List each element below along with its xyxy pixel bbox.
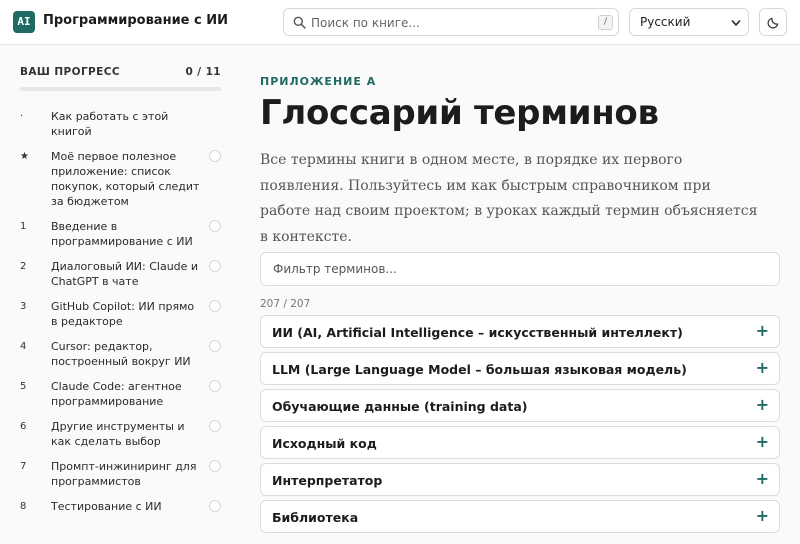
glossary-term-row[interactable]: Обучающие данные (training data) + [260,389,780,422]
expand-icon[interactable]: + [756,470,769,488]
language-select[interactable]: Русский [629,8,749,36]
chapter-label: Claude Code: агентное программирование [51,380,182,408]
chapter-label: Тестирование с ИИ [51,500,162,513]
sidebar-chapter-item[interactable]: 6 Другие инструменты и как сделать выбор [0,415,240,455]
glossary-term-row[interactable]: Интерпретатор + [260,463,780,496]
chapter-label: Как работать с этой книгой [51,110,169,138]
glossary-term-label: Интерпретатор [272,473,383,488]
chapter-complete-checkbox[interactable] [209,500,221,512]
chapter-number: 1 [20,221,27,232]
chapter-complete-checkbox[interactable] [209,420,221,432]
term-count: 207 / 207 [260,298,311,310]
section-eyebrow: ПРИЛОЖЕНИЕ A [260,75,377,88]
page-title: Глоссарий терминов [260,93,659,133]
chapter-complete-checkbox[interactable] [209,460,221,472]
chapter-number: 5 [20,381,27,392]
sidebar-chapter-item[interactable]: ★ Моё первое полезное приложение: список … [0,145,240,215]
expand-icon[interactable]: + [756,396,769,414]
chapter-label: Другие инструменты и как сделать выбор [51,420,185,448]
moon-icon [767,17,779,29]
sidebar-chapter-item[interactable]: 4 Cursor: редактор, построенный вокруг ИИ [0,335,240,375]
language-value: Русский [640,15,691,29]
chapter-label: Введение в программирование с ИИ [51,220,193,248]
brand-title[interactable]: Программирование с ИИ [43,13,228,28]
page-lead: Все термины книги в одном месте, в поряд… [260,152,758,245]
expand-icon[interactable]: + [756,433,769,451]
chapter-number: 4 [20,341,27,352]
chapter-label: Моё первое полезное приложение: список п… [51,150,200,208]
expand-icon[interactable]: + [756,359,769,377]
chapter-number: ★ [20,151,29,162]
glossary-term-row[interactable]: Исходный код + [260,426,780,459]
chapter-number: 7 [20,461,27,472]
glossary-term-label: Библиотека [272,510,359,525]
chapter-number: 8 [20,501,27,512]
search-input[interactable] [311,13,581,32]
chapter-complete-checkbox[interactable] [209,260,221,272]
chapter-complete-checkbox[interactable] [209,340,221,352]
chapter-number: 2 [20,261,27,272]
glossary-term-row[interactable]: LLM (Large Language Model – большая язык… [260,352,780,385]
chapter-number: 3 [20,301,27,312]
progress-title: ВАШ ПРОГРЕСС [20,66,120,78]
glossary-list: ИИ (AI, Artificial Intelligence – искусс… [260,315,780,537]
progress-count: 0 / 11 [185,66,221,78]
search-icon [293,16,306,29]
top-bar: AI Программирование с ИИ / Русский [0,0,800,45]
search-box[interactable]: / [283,8,619,36]
chapter-label: Промпт-инжиниринг для программистов [51,460,197,488]
glossary-term-label: Исходный код [272,436,377,451]
glossary-term-row[interactable]: Библиотека + [260,500,780,533]
chapter-label: Cursor: редактор, построенный вокруг ИИ [51,340,191,368]
sidebar-chapter-item[interactable]: 2 Диалоговый ИИ: Claude и ChatGPT в чате [0,255,240,295]
glossary-term-label: Обучающие данные (training data) [272,399,528,414]
expand-icon[interactable]: + [756,322,769,340]
sidebar-chapter-item[interactable]: 5 Claude Code: агентное программирование [0,375,240,415]
chapter-label: GitHub Copilot: ИИ прямо в редакторе [51,300,195,328]
chapter-complete-checkbox[interactable] [209,150,221,162]
logo[interactable]: AI [13,11,35,33]
chapter-complete-checkbox[interactable] [209,380,221,392]
glossary-term-label: LLM (Large Language Model – большая язык… [272,362,687,377]
glossary-term-label: ИИ (AI, Artificial Intelligence – искусс… [272,325,683,340]
chapter-number: 6 [20,421,27,432]
sidebar-chapter-item[interactable]: 3 GitHub Copilot: ИИ прямо в редакторе [0,295,240,335]
chapter-number: · [20,111,24,122]
chevron-down-icon [731,20,741,26]
search-shortcut-hint: / [598,15,613,30]
chapter-complete-checkbox[interactable] [209,300,221,312]
chapter-complete-checkbox[interactable] [209,220,221,232]
progress-bar [20,87,221,91]
expand-icon[interactable]: + [756,507,769,525]
sidebar-chapter-item[interactable]: 1 Введение в программирование с ИИ [0,215,240,255]
sidebar-chapter-item[interactable]: 7 Промпт-инжиниринг для программистов [0,455,240,495]
sidebar: ВАШ ПРОГРЕСС 0 / 11 · Как работать с этой… [0,45,240,544]
sidebar-chapter-item[interactable]: 8 Тестирование с ИИ [0,495,240,520]
term-filter-input[interactable] [260,252,780,286]
glossary-term-row[interactable]: ИИ (AI, Artificial Intelligence – искусс… [260,315,780,348]
chapter-label: Диалоговый ИИ: Claude и ChatGPT в чате [51,260,199,288]
sidebar-chapter-item[interactable]: · Как работать с этой книгой [0,105,240,145]
chapter-list: · Как работать с этой книгой ★ Моё первое п… [0,105,240,520]
theme-toggle-button[interactable] [759,8,787,36]
